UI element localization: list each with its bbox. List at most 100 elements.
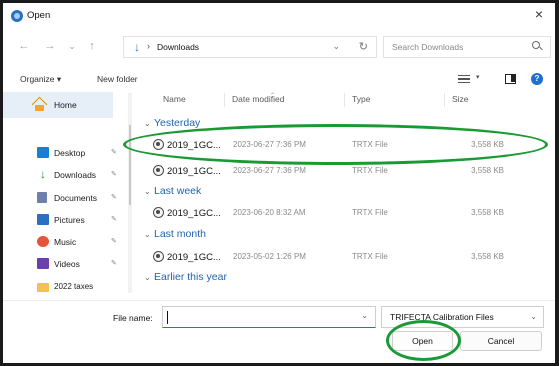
column-header-size[interactable]: Size: [452, 94, 469, 108]
search-input[interactable]: Search Downloads: [383, 36, 551, 58]
pin-icon: ✎: [111, 171, 117, 178]
trtx-file-icon: [153, 251, 164, 262]
group-header-last-month[interactable]: ⌄ Last month: [144, 228, 206, 244]
sidebar-item-label: Videos: [54, 259, 80, 269]
pin-icon: ✎: [111, 194, 117, 201]
search-icon[interactable]: [532, 41, 542, 51]
chevron-down-icon: ⌄: [144, 230, 151, 239]
navigation-pane: Home Desktop ✎ ↓ Downloads ✎ Documents ✎…: [3, 90, 128, 300]
pin-icon: ✎: [111, 238, 117, 245]
breadcrumb-separator: ›: [147, 41, 150, 51]
sidebar-item-music[interactable]: Music ✎: [3, 231, 128, 253]
text-cursor: [167, 311, 168, 324]
trtx-file-icon: [153, 207, 164, 218]
column-divider[interactable]: [444, 93, 445, 107]
column-header-name[interactable]: Name: [163, 94, 186, 108]
cancel-button[interactable]: Cancel: [460, 331, 542, 351]
group-header-earlier-this-year[interactable]: ⌄ Earlier this year: [144, 271, 227, 287]
address-bar[interactable]: ↓ › Downloads ⌄ ↻: [123, 36, 377, 58]
group-label: Earlier this year: [154, 271, 227, 283]
sidebar-item-desktop[interactable]: Desktop ✎: [3, 142, 128, 164]
view-options-icon[interactable]: [458, 75, 470, 83]
download-icon: ↓: [40, 167, 46, 181]
sidebar-item-label: Downloads: [54, 170, 97, 180]
file-date: 2023-05-02 1:26 PM: [233, 252, 306, 261]
home-icon: [32, 99, 48, 111]
trtx-file-icon: [153, 165, 164, 176]
group-label: Last month: [154, 228, 206, 240]
sidebar-item-2022-taxes[interactable]: 2022 taxes: [3, 276, 128, 298]
command-bar: Organize ▾ New folder ▾ ?: [3, 66, 554, 90]
documents-icon: [37, 192, 47, 203]
chevron-down-icon: ⌄: [530, 312, 537, 321]
file-date: 2023-06-20 8:32 AM: [233, 208, 306, 217]
file-size: 3,558 KB: [471, 252, 504, 261]
help-icon[interactable]: ?: [531, 73, 543, 85]
breadcrumb-downloads[interactable]: Downloads: [157, 42, 199, 52]
sort-caret-icon: ⌃: [270, 93, 276, 99]
view-dropdown-icon[interactable]: ▾: [476, 73, 480, 81]
pin-icon: ✎: [111, 260, 117, 267]
sidebar-item-label: Home: [54, 100, 77, 110]
highlight-ellipse: [386, 320, 461, 361]
sidebar-item-home[interactable]: Home: [3, 92, 113, 118]
group-header-last-week[interactable]: ⌄ Last week: [144, 185, 201, 201]
file-name: 2019_1GC...: [167, 166, 221, 177]
table-row[interactable]: 2019_1GC... 2023-06-20 8:32 AM TRTX File…: [134, 204, 549, 222]
chevron-down-icon: ⌄: [144, 119, 151, 128]
search-placeholder: Search Downloads: [392, 42, 464, 52]
chevron-down-icon[interactable]: ⌄: [332, 41, 340, 52]
music-icon: [37, 236, 49, 247]
open-dialog-icon: [11, 10, 23, 22]
forward-arrow-icon[interactable]: →: [44, 40, 56, 52]
sidebar-item-videos[interactable]: Videos ✎: [3, 253, 128, 275]
file-name: 2019_1GC...: [167, 252, 221, 263]
sidebar-item-documents[interactable]: Documents ✎: [3, 187, 128, 209]
sidebar-item-label: Desktop: [54, 148, 86, 158]
window-title: Open: [27, 10, 51, 21]
new-folder-button[interactable]: New folder: [97, 74, 138, 84]
videos-icon: [37, 258, 49, 269]
column-header-date-modified[interactable]: Date modified ⌃: [232, 93, 285, 108]
file-size: 3,558 KB: [471, 166, 504, 175]
chevron-down-icon[interactable]: ⌄: [361, 311, 368, 320]
close-icon[interactable]: ×: [532, 7, 546, 21]
navigation-bar: ← → ⌄ ↑ ↓ › Downloads ⌄ ↻ Search Downloa…: [3, 31, 554, 63]
file-type-filter-value: TRIFECTA Calibration Files: [390, 312, 494, 322]
pin-icon: ✎: [111, 216, 117, 223]
sidebar-item-label: Music: [54, 237, 77, 247]
group-label: Last week: [154, 185, 202, 197]
pin-icon: ✎: [111, 149, 117, 156]
title-bar: Open ×: [3, 3, 554, 29]
highlight-ellipse: [123, 124, 548, 165]
column-header-type[interactable]: Type: [352, 94, 370, 108]
table-row[interactable]: 2019_1GC... 2023-05-02 1:26 PM TRTX File…: [134, 248, 549, 266]
column-divider[interactable]: [224, 93, 225, 107]
file-type: TRTX File: [352, 208, 388, 217]
sidebar-item-label: Pictures: [54, 215, 85, 225]
recent-locations-icon[interactable]: ⌄: [66, 40, 78, 52]
group-label: Yesterday: [154, 117, 201, 129]
back-arrow-icon[interactable]: ←: [18, 40, 30, 52]
sidebar-scrollbar-thumb[interactable]: [129, 125, 131, 205]
chevron-down-icon: ⌄: [144, 273, 151, 282]
file-date: 2023-06-27 7:36 PM: [233, 166, 306, 175]
chevron-down-icon: ⌄: [144, 187, 151, 196]
desktop-icon: [37, 147, 49, 158]
column-header-label: Date modified: [232, 94, 285, 104]
file-name: 2019_1GC...: [167, 208, 221, 219]
preview-pane-icon[interactable]: [505, 74, 516, 84]
file-list: Name Date modified ⌃ Type Size ⌄ Yesterda…: [134, 90, 549, 300]
file-type: TRTX File: [352, 166, 388, 175]
refresh-icon[interactable]: ↻: [359, 40, 368, 53]
pictures-icon: [37, 214, 49, 225]
file-name-input[interactable]: ⌄: [162, 306, 376, 328]
sidebar-item-label: Documents: [54, 193, 97, 203]
up-arrow-icon[interactable]: ↑: [86, 40, 98, 52]
sidebar-item-pictures[interactable]: Pictures ✎: [3, 209, 128, 231]
column-divider[interactable]: [344, 93, 345, 107]
sidebar-item-downloads[interactable]: ↓ Downloads ✎: [3, 164, 128, 186]
organize-menu-button[interactable]: Organize ▾: [20, 74, 61, 85]
download-icon: ↓: [134, 40, 140, 54]
file-type: TRTX File: [352, 252, 388, 261]
